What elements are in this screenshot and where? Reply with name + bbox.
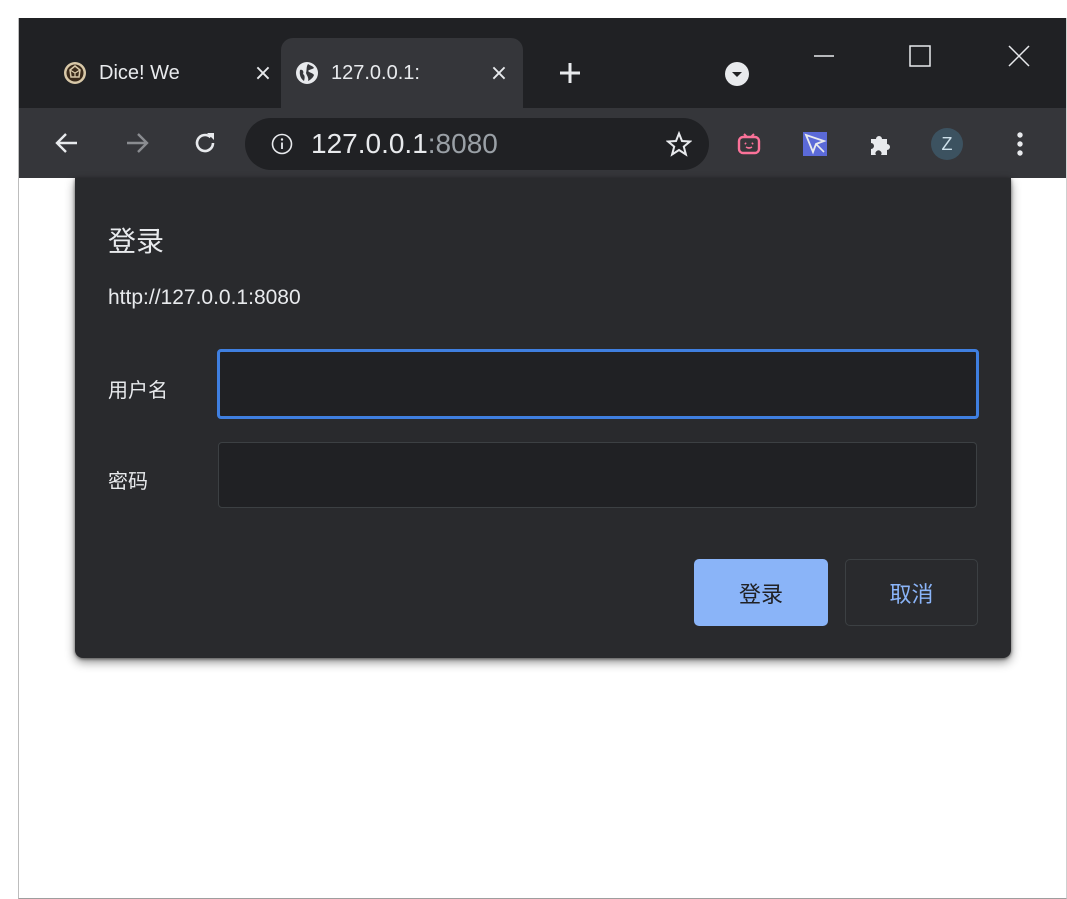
tab-search-button[interactable] [722, 59, 752, 89]
maximize-button[interactable] [895, 36, 945, 76]
tab-dice[interactable]: Dice! We × [49, 38, 287, 108]
chevron-down-circle-icon [725, 62, 749, 86]
username-input[interactable] [217, 349, 979, 419]
info-icon[interactable] [269, 131, 295, 157]
new-tab-button[interactable] [552, 55, 588, 91]
url-host: 127.0.0.1 [311, 128, 428, 159]
tab-close-button[interactable]: × [249, 59, 277, 87]
forward-button[interactable] [117, 123, 157, 163]
tab-localhost[interactable]: 127.0.0.1: × [281, 38, 523, 108]
bookmark-star-icon[interactable] [665, 130, 693, 158]
tab-strip: Dice! We × 127.0.0.1: × [19, 18, 1066, 108]
password-label: 密码 [108, 469, 148, 493]
browser-window: Dice! We × 127.0.0.1: × 127.0.0.1:8080 Z… [18, 18, 1067, 899]
url-text[interactable]: 127.0.0.1:8080 [311, 128, 498, 160]
tab-close-button[interactable]: × [485, 59, 513, 87]
arrow-right-icon [127, 133, 149, 153]
plus-icon [560, 63, 580, 83]
tab-title: 127.0.0.1: [331, 61, 420, 84]
username-label: 用户名 [108, 378, 168, 402]
reload-icon [195, 133, 215, 153]
arrow-left-icon [55, 133, 77, 153]
cursor-extension-icon[interactable] [801, 130, 829, 158]
minimize-icon [814, 55, 834, 57]
dialog-title: 登录 [108, 225, 165, 258]
login-dialog: 登录 http://127.0.0.1:8080 用户名 密码 登录 取消 [75, 178, 1011, 658]
reload-button[interactable] [185, 123, 225, 163]
globe-icon [295, 61, 319, 85]
bilibili-extension-icon[interactable] [735, 130, 763, 158]
back-button[interactable] [47, 123, 87, 163]
minimize-button[interactable] [799, 36, 849, 76]
tab-title: Dice! We [99, 61, 180, 84]
close-icon [1008, 45, 1030, 67]
dice-logo-icon [63, 61, 87, 85]
extensions-puzzle-icon[interactable] [867, 130, 895, 158]
password-input[interactable] [218, 442, 977, 508]
login-button[interactable]: 登录 [694, 559, 828, 626]
profile-avatar[interactable]: Z [931, 128, 963, 160]
cancel-button[interactable]: 取消 [845, 559, 978, 626]
url-port: :8080 [427, 128, 498, 159]
browser-toolbar: 127.0.0.1:8080 Z [19, 108, 1066, 178]
maximize-icon [909, 45, 931, 67]
dialog-origin: http://127.0.0.1:8080 [108, 286, 301, 309]
window-close-button[interactable] [994, 36, 1044, 76]
address-bar[interactable]: 127.0.0.1:8080 [245, 118, 709, 170]
kebab-menu-icon[interactable] [1005, 128, 1035, 160]
